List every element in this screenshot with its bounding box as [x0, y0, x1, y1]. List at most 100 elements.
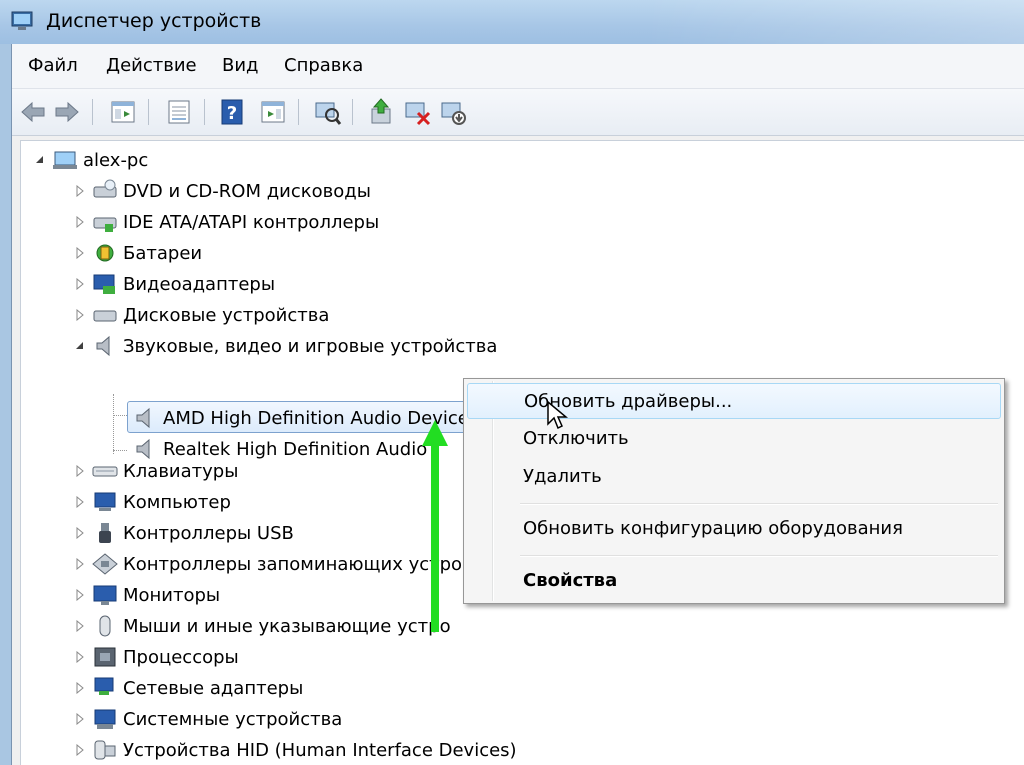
display-adapter-icon: [93, 274, 115, 294]
hid-icon: [94, 740, 116, 760]
expand-triangle-icon[interactable]: [75, 589, 85, 601]
properties-icon[interactable]: [164, 97, 194, 127]
menu-file[interactable]: Файл: [28, 55, 78, 76]
tree-category[interactable]: Сетевые адаптеры: [91, 673, 303, 703]
menu-action[interactable]: Действие: [106, 55, 197, 76]
disk-drive-icon: [93, 310, 117, 322]
forward-icon[interactable]: [52, 97, 82, 127]
category-label: Контроллеры запоминающих устро: [123, 553, 463, 575]
tree-category[interactable]: IDE ATA/ATAPI контроллеры: [91, 207, 379, 237]
root-label: alex-pc: [83, 149, 149, 171]
tree-category[interactable]: Батареи: [91, 238, 202, 268]
menu-separator: [520, 503, 998, 505]
toolbar: ?: [12, 89, 1024, 136]
context-menu: Обновить драйверы... Отключить Удалить О…: [463, 378, 1005, 604]
device-manager-window: Диспетчер устройств Файл Действие Вид Сп…: [0, 0, 1024, 765]
dvd-drive-icon: [93, 179, 117, 198]
tree-connector: [113, 415, 127, 416]
category-label: Видеоадаптеры: [123, 273, 276, 295]
toolbar-separator: [148, 99, 149, 125]
menu-item-scan-hardware[interactable]: Обновить конфигурацию оборудования: [467, 511, 999, 545]
category-label: Устройства HID (Human Interface Devices): [123, 739, 517, 761]
expand-triangle-icon[interactable]: [75, 713, 85, 725]
menu-item-properties[interactable]: Свойства: [467, 563, 999, 597]
expand-triangle-icon[interactable]: [75, 496, 85, 508]
expand-triangle-icon[interactable]: [75, 744, 85, 756]
tree-root[interactable]: alex-pc: [51, 145, 148, 175]
title-bar[interactable]: Диспетчер устройств: [0, 0, 1024, 44]
tree-category[interactable]: Звуковые, видео и игровые устройства: [91, 331, 497, 361]
processor-icon: [94, 647, 116, 667]
expand-triangle-icon[interactable]: [75, 651, 85, 663]
speaker-icon: [96, 335, 110, 357]
titlebar-glass: [644, 0, 1024, 44]
expand-triangle-icon[interactable]: [75, 247, 85, 259]
tree-category[interactable]: Системные устройства: [91, 704, 342, 734]
expand-triangle-icon[interactable]: [75, 527, 85, 539]
menu-item-label: Отключить: [523, 428, 629, 449]
device-manager-app-icon: [11, 11, 33, 30]
expand-triangle-icon[interactable]: [75, 216, 85, 228]
tree-category[interactable]: Процессоры: [91, 642, 239, 672]
collapse-triangle-icon[interactable]: [75, 340, 85, 352]
uninstall-icon[interactable]: [402, 97, 432, 127]
expand-triangle-icon[interactable]: [75, 682, 85, 694]
expand-triangle-icon[interactable]: [75, 465, 85, 477]
action-pane-icon[interactable]: [258, 97, 288, 127]
expand-triangle-icon[interactable]: [75, 309, 85, 321]
battery-icon: [96, 244, 114, 262]
show-hide-tree-icon[interactable]: [108, 97, 138, 127]
tree-connector: [113, 450, 127, 451]
tree-category[interactable]: Устройства HID (Human Interface Devices): [91, 735, 517, 765]
computer-icon: [94, 492, 116, 511]
tree-category[interactable]: Видеоадаптеры: [91, 269, 275, 299]
keyboard-icon: [92, 466, 118, 477]
category-label: Контроллеры USB: [123, 522, 294, 544]
expand-triangle-icon[interactable]: [75, 278, 85, 290]
category-label: Системные устройства: [123, 708, 343, 730]
category-label: Компьютер: [123, 491, 231, 513]
tree-category[interactable]: Дисковые устройства: [91, 300, 329, 330]
monitor-icon: [93, 585, 117, 605]
menu-help[interactable]: Справка: [284, 55, 363, 76]
tree-category[interactable]: DVD и CD-ROM дисководы: [91, 176, 371, 206]
collapse-triangle-icon[interactable]: [35, 154, 45, 166]
menu-item-label: Обновить конфигурацию оборудования: [523, 518, 903, 539]
toolbar-separator: [92, 99, 93, 125]
menu-view[interactable]: Вид: [222, 55, 259, 76]
expand-triangle-icon[interactable]: [75, 620, 85, 632]
category-label: Мониторы: [123, 584, 221, 606]
category-label: Дисковые устройства: [123, 304, 330, 326]
expand-triangle-icon[interactable]: [75, 558, 85, 570]
help-icon[interactable]: ?: [218, 97, 248, 127]
tree-device-realtek-audio[interactable]: Realtek High Definition Audio: [131, 434, 427, 464]
tree-category[interactable]: Контроллеры запоминающих устро: [91, 549, 462, 579]
system-device-icon: [94, 709, 116, 729]
tree-category[interactable]: Компьютер: [91, 487, 231, 517]
mouse-cursor-icon: [547, 400, 568, 430]
update-driver-icon[interactable]: [366, 97, 396, 127]
tree-connector: [113, 394, 114, 454]
back-icon[interactable]: [18, 97, 48, 127]
menu-item-label: Удалить: [523, 466, 602, 487]
window-title: Диспетчер устройств: [46, 10, 262, 32]
menu-item-label: Свойства: [523, 570, 618, 591]
category-label: DVD и CD-ROM дисководы: [123, 180, 371, 202]
category-label: IDE ATA/ATAPI контроллеры: [123, 211, 380, 233]
expand-triangle-icon[interactable]: [75, 185, 85, 197]
disable-icon[interactable]: [438, 97, 468, 127]
tree-category[interactable]: Мыши и иные указывающие устро: [91, 611, 451, 641]
scan-hardware-icon[interactable]: [312, 97, 342, 127]
speaker-icon: [136, 438, 150, 460]
tree-device-amd-audio[interactable]: AMD High Definition Audio Device: [131, 403, 469, 433]
category-label: Звуковые, видео и игровые устройства: [123, 335, 498, 357]
toolbar-separator: [204, 99, 205, 125]
computer-icon: [53, 151, 77, 169]
toolbar-separator: [352, 99, 353, 125]
tree-category[interactable]: Мониторы: [91, 580, 220, 610]
menu-item-uninstall[interactable]: Удалить: [467, 459, 999, 493]
menu-bar: Файл Действие Вид Справка: [12, 44, 1024, 89]
category-label: Мыши и иные указывающие устро: [123, 615, 451, 637]
tree-category[interactable]: Контроллеры USB: [91, 518, 294, 548]
category-label: Батареи: [123, 242, 203, 264]
